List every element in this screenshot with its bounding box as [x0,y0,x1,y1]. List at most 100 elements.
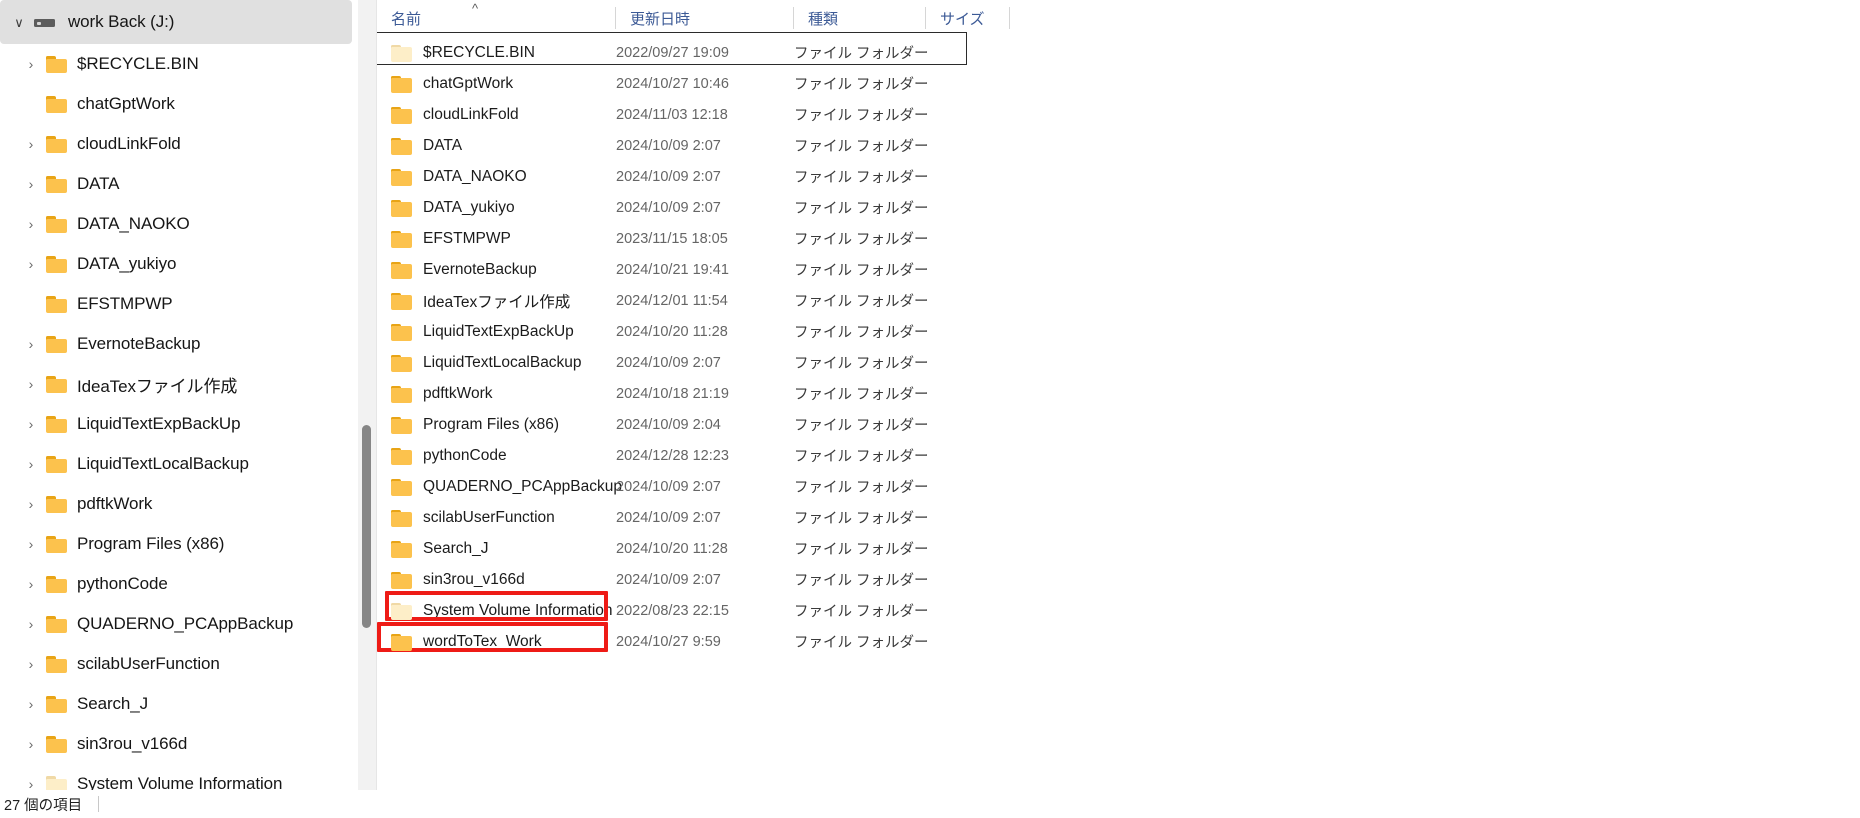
column-header-type[interactable]: 種類 [794,0,926,36]
tree-item-efstmpwp[interactable]: EFSTMPWP [0,284,358,324]
tree-item-root-drive[interactable]: ∨ work Back (J:) [0,0,352,44]
cell-type: ファイル フォルダー [794,573,929,589]
chevron-right-icon[interactable]: › [16,497,46,511]
table-row[interactable]: pythonCode 2024/12/28 12:23 ファイル フォルダー [377,440,1860,471]
tree-item-search-j[interactable]: › Search_J [0,684,358,724]
chevron-right-icon[interactable]: › [16,777,46,791]
folder-icon [46,535,68,553]
table-row[interactable]: cloudLinkFold 2024/11/03 12:18 ファイル フォルダー [377,99,1860,130]
chevron-right-icon[interactable]: › [16,537,46,551]
chevron-right-icon[interactable]: › [16,137,46,151]
table-row[interactable]: DATA_NAOKO 2024/10/09 2:07 ファイル フォルダー [377,161,1860,192]
table-row[interactable]: Program Files (x86) 2024/10/09 2:04 ファイル フ… [377,409,1860,440]
tree-item-evernotebackup[interactable]: › EvernoteBackup [0,324,358,364]
sort-ascending-icon: ^ [472,1,479,16]
chevron-right-icon[interactable]: › [16,257,46,271]
cell-name: sin3rou_v166d [377,564,616,595]
table-row[interactable]: LiquidTextExpBackUp 2024/10/20 11:28 ファイル … [377,316,1860,347]
cell-type: ファイル フォルダー [794,77,929,93]
file-rows[interactable]: $RECYCLE.BIN 2022/09/27 19:09 ファイル フォルダー ch… [377,32,1860,818]
tree-item-label: Search_J [77,694,149,713]
tree-item-pdftkwork[interactable]: › pdftkWork [0,484,358,524]
tree-item-liquidtextlocalbackup[interactable]: › LiquidTextLocalBackup [0,444,358,484]
cell-name: pdftkWork [377,378,616,409]
file-name-label: IdeaTexファイル作成 [423,293,571,311]
chevron-right-icon[interactable]: › [16,617,46,631]
tree-item-scilabuserfunction[interactable]: › scilabUserFunction [0,644,358,684]
chevron-right-icon[interactable]: › [16,697,46,711]
chevron-right-icon[interactable]: › [16,217,46,231]
file-list-pane[interactable]: 名前 ^ 更新日時 種類 サイズ $RECYCLE.BIN 2022/09/27 … [377,0,1860,818]
file-name-label: DATA_NAOKO [423,167,527,185]
column-divider[interactable] [1009,7,1010,29]
chevron-right-icon[interactable]: › [16,377,46,391]
table-row[interactable]: $RECYCLE.BIN 2022/09/27 19:09 ファイル フォルダー [377,32,1860,68]
table-row[interactable]: chatGptWork 2024/10/27 10:46 ファイル フォルダー [377,68,1860,99]
folder-icon [46,175,68,193]
chevron-down-icon[interactable]: ∨ [4,16,34,29]
table-row[interactable]: System Volume Information 2022/08/23 22:1… [377,591,1860,626]
cell-size [954,502,1038,533]
tree-item-liquidtextexpbackup[interactable]: › LiquidTextExpBackUp [0,404,358,444]
table-row[interactable]: Search_J 2024/10/20 11:28 ファイル フォルダー [377,533,1860,564]
tree-item-pythoncode[interactable]: › pythonCode [0,564,358,604]
table-row[interactable]: QUADERNO_PCAppBackup 2024/10/09 2:07 ファイル … [377,471,1860,502]
cell-date: 2024/10/09 2:07 [616,199,721,216]
tree-item-label: DATA [77,174,120,193]
tree-item-chatgptwork[interactable]: chatGptWork [0,84,358,124]
tree-item-cloudlinkfold[interactable]: › cloudLinkFold [0,124,358,164]
table-row[interactable]: DATA 2024/10/09 2:07 ファイル フォルダー [377,130,1860,161]
table-row[interactable]: pdftkWork 2024/10/18 21:19 ファイル フォルダー [377,378,1860,409]
tree-item-ideatex[interactable]: › IdeaTexファイル作成 [0,364,358,404]
table-row[interactable]: wordToTex_Work 2024/10/27 9:59 ファイル フォルダー [377,622,1860,657]
tree-item-quaderno-pcappbackup[interactable]: › QUADERNO_PCAppBackup [0,604,358,644]
file-name-label: pdftkWork [423,384,493,402]
status-bar: 27 個の項目 [0,790,1860,818]
cell-date: 2024/10/09 2:07 [616,137,721,154]
navigation-scrollbar-thumb[interactable] [362,425,371,628]
table-row[interactable]: DATA_yukiyo 2024/10/09 2:07 ファイル フォルダー [377,192,1860,223]
tree-item-label: work Back (J:) [68,12,175,31]
table-row[interactable]: sin3rou_v166d 2024/10/09 2:07 ファイル フォルダー [377,564,1860,595]
chevron-right-icon[interactable]: › [16,577,46,591]
table-row[interactable]: IdeaTexファイル作成 2024/12/01 11:54 ファイル フォルダー [377,285,1860,316]
column-header-date[interactable]: 更新日時 [616,0,794,36]
cell-size [954,161,1038,192]
table-row[interactable]: scilabUserFunction 2024/10/09 2:07 ファイル フォ… [377,502,1860,533]
table-row[interactable]: EFSTMPWP 2023/11/15 18:05 ファイル フォルダー [377,223,1860,254]
chevron-right-icon[interactable]: › [16,737,46,751]
navigation-scrollbar-track[interactable] [358,0,376,818]
tree-item-data-naoko[interactable]: › DATA_NAOKO [0,204,358,244]
tree-item-data[interactable]: › DATA [0,164,358,204]
cell-name: EFSTMPWP [377,223,616,254]
folder-icon [391,75,413,93]
tree-item-program-files-x86[interactable]: › Program Files (x86) [0,524,358,564]
folder-icon [391,354,413,372]
cell-date: 2024/10/09 2:07 [616,509,721,526]
chevron-right-icon[interactable]: › [16,417,46,431]
tree-item-sin3rou-v166d[interactable]: › sin3rou_v166d [0,724,358,764]
folder-tree[interactable]: ∨ work Back (J:) › $RECYCLE.BIN chatGptWork ›… [0,0,358,804]
cell-date: 2024/12/28 12:23 [616,447,729,464]
cell-date: 2022/09/27 19:09 [616,44,729,61]
table-row[interactable]: LiquidTextLocalBackup 2024/10/09 2:07 ファイル… [377,347,1860,378]
navigation-pane[interactable]: ∨ work Back (J:) › $RECYCLE.BIN chatGptWork ›… [0,0,358,818]
cell-date: 2024/11/03 12:18 [616,106,728,123]
chevron-right-icon[interactable]: › [16,657,46,671]
tree-item-data-yukiyo[interactable]: › DATA_yukiyo [0,244,358,284]
file-name-label: DATA_yukiyo [423,198,515,216]
chevron-right-icon[interactable]: › [16,457,46,471]
tree-item-recycle-bin[interactable]: › $RECYCLE.BIN [0,44,358,84]
folder-icon [46,215,68,233]
cell-type: ファイル フォルダー [794,108,929,124]
cell-type: ファイル フォルダー [794,542,929,558]
chevron-right-icon[interactable]: › [16,337,46,351]
column-header-row[interactable]: 名前 ^ 更新日時 種類 サイズ [377,0,1860,36]
status-separator [98,796,100,812]
chevron-right-icon[interactable]: › [16,177,46,191]
column-header-size[interactable]: サイズ [926,0,1010,36]
column-header-name[interactable]: 名前 ^ [377,0,616,36]
chevron-right-icon[interactable]: › [16,57,46,71]
table-row[interactable]: EvernoteBackup 2024/10/21 19:41 ファイル フォルダー [377,254,1860,285]
drive-icon [34,13,56,31]
